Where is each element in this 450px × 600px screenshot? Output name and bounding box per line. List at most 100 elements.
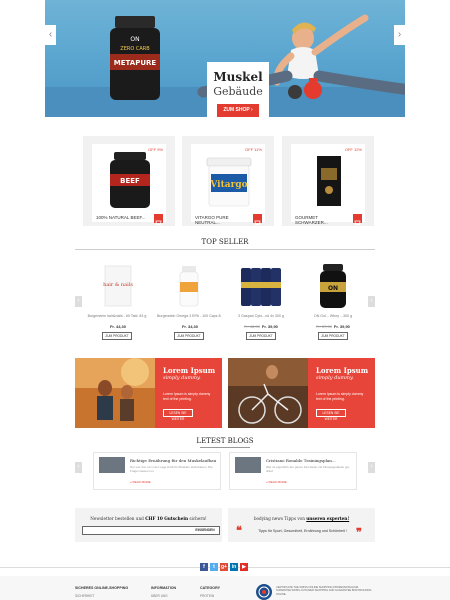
footer: SICHERES ONLINE-SHOPPING SICHERHEIT INFO…	[0, 576, 450, 600]
featured-product-card[interactable]: OFF 9% BEEF 100% NATURAL BEEF...	[83, 136, 175, 226]
footer-link-about[interactable]: ÜBER UNS	[151, 594, 167, 598]
hero-next-arrow[interactable]: ›	[394, 25, 405, 45]
product-image	[179, 266, 199, 307]
footer-heading-information: INFORMATION	[151, 586, 177, 590]
promo-subheading: simply dummy.	[163, 375, 201, 381]
top-seller-divider	[75, 249, 375, 250]
old-price: Fr. 57,90	[316, 324, 332, 329]
read-more-link[interactable]: » READ MORE	[266, 480, 287, 484]
newsletter-email-input[interactable]: EINSENDEN	[82, 526, 220, 535]
quote-close-icon: ❞	[356, 526, 362, 539]
top-seller-prev-arrow[interactable]: ‹	[75, 296, 82, 307]
linkedin-icon[interactable]: in	[230, 563, 238, 571]
product-card-inner: OFF 9% BEEF 100% NATURAL BEEF...	[92, 144, 166, 225]
protein-jar-image: ON ZERO CARB METAPURE	[110, 16, 160, 100]
blog-thumbnail	[235, 457, 261, 473]
hero-prev-arrow[interactable]: ‹	[45, 25, 56, 45]
blogs-next-arrow[interactable]: ›	[368, 462, 375, 473]
promo-description: Lorem Ipsum is simply dummy text of the …	[316, 392, 364, 401]
certificate-text: CERTIFICATE THE SWISS ONLINE SHOPPING PR…	[276, 586, 372, 596]
cart-icon[interactable]	[154, 214, 163, 225]
newsletter-text-post: sichern!	[188, 516, 207, 521]
blog-card[interactable]: Richtige Ernährung für den Muskelaufbau …	[93, 452, 221, 490]
shop-button[interactable]: ZUM SHOP ›	[217, 104, 259, 117]
footer-heading-shopping: SICHERES ONLINE-SHOPPING	[75, 586, 129, 590]
product-card-inner: OFF 11% Vitargo VITARGO PURE NEUTRAL...	[191, 144, 265, 225]
product-image-label: Vitargo	[209, 180, 247, 190]
newsletter-submit-button[interactable]: EINSENDEN	[193, 528, 217, 533]
runners-photo	[75, 358, 155, 428]
google-plus-icon[interactable]: g+	[220, 563, 228, 571]
newsletter-text-pre: Newsletter bestellen und	[90, 516, 146, 521]
top-seller-item[interactable]: Burgerstein Omega 3 EPA - 100 Caps 84 g …	[157, 262, 221, 342]
read-more-button[interactable]: LESEN SIE WEITER	[316, 409, 346, 421]
youtube-icon[interactable]: ▶	[240, 563, 248, 571]
promo-banner[interactable]: Lorem Ipsum simply dummy. Lorem Ipsum is…	[75, 358, 222, 428]
newsletter-box: Newsletter bestellen und CHF 10 Gutschei…	[75, 508, 222, 542]
top-seller-item[interactable]: ON ON Gol... Whey ...300 g Fr. 57,90 Fr. …	[301, 262, 365, 342]
product-name[interactable]: 3 Gaspari Cyto...nd 4x 300 g	[229, 314, 293, 318]
product-name[interactable]: ON Gol... Whey ...300 g	[301, 314, 365, 318]
facebook-icon[interactable]: f	[200, 563, 208, 571]
expert-tips-box: bodying news Tipps von unseren experten!…	[228, 508, 375, 542]
product-image: BEEF	[110, 152, 150, 208]
footer-link-protein[interactable]: PROTEIN	[200, 594, 214, 598]
newsletter-text: Newsletter bestellen und CHF 10 Gutschei…	[75, 516, 222, 521]
shop-button-label: ZUM SHOP	[223, 107, 250, 113]
product-image	[241, 268, 281, 306]
blog-title[interactable]: Richtige Ernährung für den Muskelaufbau	[130, 458, 218, 463]
product-image-label: hair & nails	[103, 282, 133, 288]
top-seller-item[interactable]: 3 Gaspari Cyto...nd 4x 300 g Fr. 48,90 Fr…	[229, 262, 293, 342]
product-button[interactable]: ZUM PRODUKT	[174, 332, 204, 340]
product-image	[317, 156, 341, 206]
product-name[interactable]: 100% NATURAL BEEF...	[96, 215, 146, 220]
product-name[interactable]: VITARGO PURE NEUTRAL...	[195, 215, 245, 225]
current-price: Fr. 39,90	[261, 324, 278, 329]
expert-tips-title-pre: bodying news Tipps von	[253, 516, 307, 521]
top-seller-item[interactable]: hair & nails Burgerstein hair&nails - 60…	[85, 262, 149, 342]
blog-thumbnail	[99, 457, 125, 473]
promo-panel: Lorem Ipsum simply dummy. Lorem Ipsum is…	[308, 358, 375, 428]
product-image: Vitargo	[206, 157, 252, 207]
current-price: Fr. 44,30	[109, 324, 126, 329]
product-name[interactable]: GOURMET SCHWARZER...	[295, 215, 345, 225]
hero-subtitle: Gebäude	[213, 85, 263, 98]
cyclist-photo	[228, 358, 308, 428]
promo-banner[interactable]: Lorem Ipsum simply dummy. Lorem Ipsum is…	[228, 358, 375, 428]
product-button[interactable]: ZUM PRODUKT	[318, 332, 348, 340]
blog-card[interactable]: Cristiano Ronaldo Trainingsplan... Wer i…	[229, 452, 357, 490]
blog-excerpt: Wer ist eigentlich der ganze Zeit daran …	[266, 465, 350, 473]
hero-caption: Muskel Gebäude ZUM SHOP ›	[207, 62, 269, 117]
jar-line1: ZERO CARB	[120, 46, 150, 52]
twitter-icon[interactable]: t	[210, 563, 218, 571]
hero-banner[interactable]: ON ZERO CARB METAPURE ‹ › Muskel Gebäude…	[45, 0, 405, 117]
blogs-prev-arrow[interactable]: ‹	[75, 462, 82, 473]
read-more-button[interactable]: LESEN SIE WEITER	[163, 409, 193, 421]
product-name[interactable]: Burgerstein hair&nails - 60 Tabl. 83 g	[85, 314, 149, 318]
cart-icon[interactable]	[253, 214, 262, 225]
product-image: ON	[320, 264, 346, 308]
product-button[interactable]: ZUM PRODUKT	[246, 332, 276, 340]
promo-panel: Lorem Ipsum simply dummy. Lorem Ipsum is…	[155, 358, 222, 428]
read-more-link[interactable]: » READ MORE	[130, 480, 151, 484]
product-image-label: BEEF	[120, 177, 140, 185]
footer-heading-category: CATEGORY	[200, 586, 220, 590]
blog-title[interactable]: Cristiano Ronaldo Trainingsplan...	[266, 458, 354, 463]
footer-link-security[interactable]: SICHERHEIT	[75, 594, 94, 598]
hero-title: Muskel	[213, 70, 263, 84]
promo-description: Lorem Ipsum is simply dummy text of the …	[163, 392, 211, 401]
expert-tips-text: Tipps für Sport, Gesundheit, Ernährung u…	[258, 529, 347, 533]
cart-icon[interactable]	[353, 214, 362, 225]
top-seller-next-arrow[interactable]: ›	[368, 296, 375, 307]
featured-product-card[interactable]: OFF 11% Vitargo VITARGO PURE NEUTRAL...	[182, 136, 274, 226]
featured-product-card[interactable]: OFF 12% GOURMET SCHWARZER...	[282, 136, 374, 226]
product-name[interactable]: Burgerstein Omega 3 EPA - 100 Caps 84 g	[157, 314, 221, 318]
product-image: hair & nails	[103, 265, 133, 307]
product-button[interactable]: ZUM PRODUKT	[102, 332, 132, 340]
jar-line2: METAPURE	[114, 59, 157, 67]
product-card-inner: OFF 12% GOURMET SCHWARZER...	[291, 144, 365, 225]
expert-tips-title: bodying news Tipps von unseren experten!	[228, 516, 375, 521]
jar-brand: ON	[130, 36, 139, 43]
current-price: Fr. 39,90	[333, 324, 350, 329]
certificate-badge-icon	[256, 584, 272, 600]
